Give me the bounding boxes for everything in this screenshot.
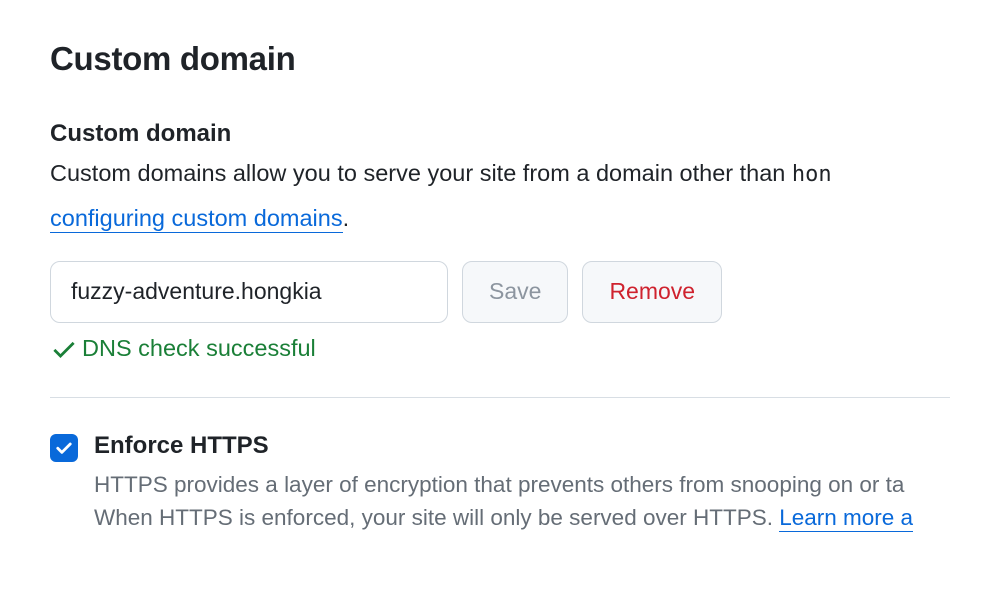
description-period: . [343,205,350,231]
description-mono: hon [792,162,832,187]
custom-domain-description: Custom domains allow you to serve your s… [50,156,950,191]
https-description-line2: When HTTPS is enforced, your site will o… [94,501,950,535]
custom-domain-description-line2: configuring custom domains. [50,201,950,236]
https-content: Enforce HTTPS HTTPS provides a layer of … [94,432,950,536]
domain-form-row: Save Remove [50,261,950,323]
enforce-https-title: Enforce HTTPS [94,432,950,460]
section-divider [50,397,950,398]
check-icon [50,335,78,363]
configuring-domains-link[interactable]: configuring custom domains [50,205,343,233]
save-button[interactable]: Save [462,261,568,323]
enforce-https-section: Enforce HTTPS HTTPS provides a layer of … [50,432,950,536]
https-description-line1: HTTPS provides a layer of encryption tha… [94,468,950,502]
dns-status: DNS check successful [50,335,950,363]
custom-domain-subtitle: Custom domain [50,120,950,148]
remove-button[interactable]: Remove [582,261,722,323]
dns-status-text: DNS check successful [82,335,316,362]
https-desc-prefix: When HTTPS is enforced, your site will o… [94,505,779,530]
description-text: Custom domains allow you to serve your s… [50,160,792,186]
domain-input[interactable] [50,261,448,323]
page-title: Custom domain [50,40,950,78]
enforce-https-checkbox[interactable] [50,434,78,462]
learn-more-link[interactable]: Learn more a [779,505,913,532]
